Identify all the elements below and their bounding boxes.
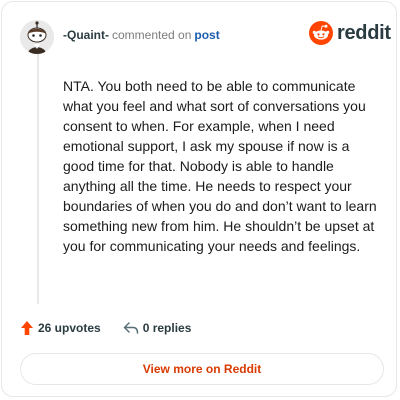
avatar[interactable]: [20, 20, 54, 54]
upvote-arrow-icon: [21, 321, 33, 335]
comment-body: NTA. You both need to be able to communi…: [63, 78, 377, 254]
upvote-button[interactable]: 26 upvotes: [20, 320, 101, 336]
avatar-image: [20, 20, 54, 54]
comment-header: -Quaint-commented on post: [63, 28, 220, 42]
reddit-logo-icon: [309, 21, 333, 45]
comment-action: commented on: [112, 28, 192, 42]
reply-count: 0 replies: [142, 321, 192, 335]
upvote-count: 26 upvotes: [38, 321, 101, 335]
post-link[interactable]: post: [194, 28, 219, 42]
comment-footer: 26 upvotes 0 replies: [20, 319, 191, 337]
username[interactable]: -Quaint-: [63, 28, 109, 42]
replies-button[interactable]: 0 replies: [123, 321, 192, 335]
reply-arrow-icon: [123, 322, 138, 334]
reddit-brand[interactable]: reddit: [309, 21, 391, 45]
brand-name: reddit: [337, 22, 391, 44]
thread-line: [37, 54, 39, 304]
view-more-button[interactable]: View more on Reddit: [20, 353, 384, 385]
comment-card: -Quaint-commented on post reddit NTA. You…: [1, 1, 397, 397]
